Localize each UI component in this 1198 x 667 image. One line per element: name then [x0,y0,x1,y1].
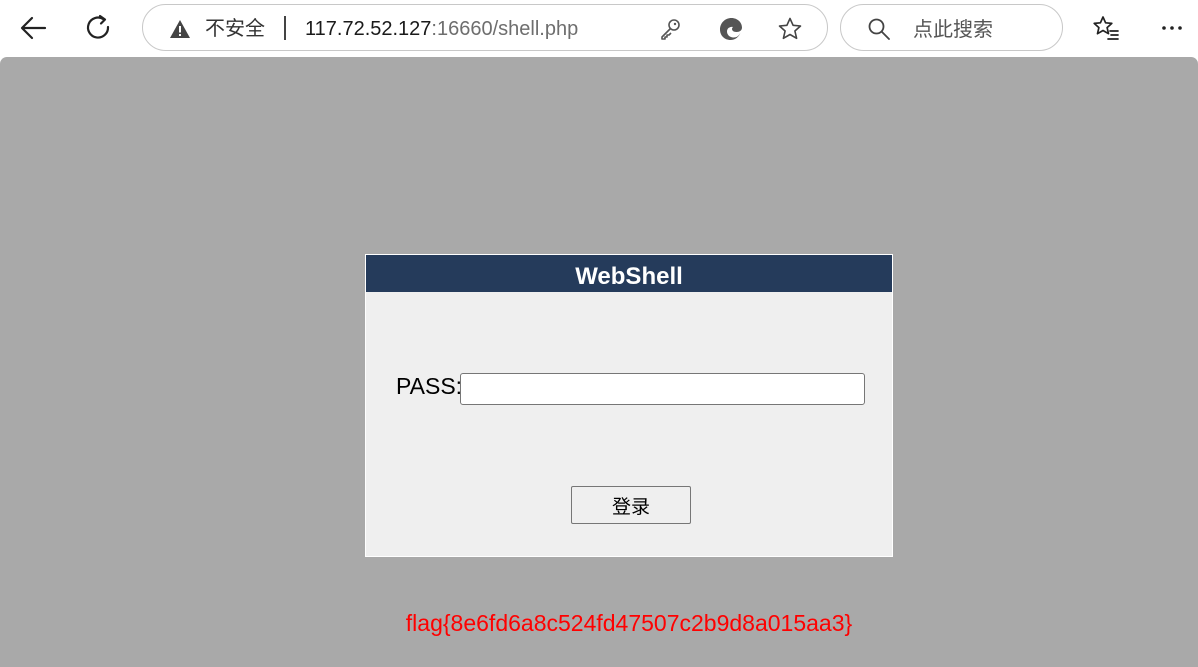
key-icon[interactable] [656,15,684,43]
browser-toolbar: 不安全 117.72.52.127:16660/shell.php 点此搜索 [0,0,1198,57]
url-path: :16660/shell.php [431,18,579,40]
address-bar[interactable]: 不安全 117.72.52.127:16660/shell.php [142,4,828,51]
url-text[interactable]: 117.72.52.127:16660/shell.php [305,16,578,42]
login-button[interactable]: 登录 [571,486,691,524]
star-icon[interactable] [776,15,804,43]
warning-triangle-icon[interactable] [169,18,191,40]
edge-logo-icon[interactable] [717,15,745,43]
magnifier-icon [867,17,891,41]
pass-label: PASS: [396,373,463,399]
more-dots-icon[interactable] [1152,8,1192,48]
address-separator [284,16,286,40]
back-arrow-icon[interactable] [13,8,53,48]
search-placeholder: 点此搜索 [913,17,993,41]
login-panel: WebShell PASS: 登录 [365,254,893,557]
password-input[interactable] [460,373,865,405]
search-box[interactable]: 点此搜索 [840,4,1063,51]
url-host: 117.72.52.127 [305,18,432,40]
security-status-label[interactable]: 不安全 [205,15,265,41]
flag-text: flag{8e6fd6a8c524fd47507c2b9d8a015aa3} [405,610,853,636]
page-viewport: WebShell PASS: 登录 flag{8e6fd6a8c524fd475… [0,57,1198,667]
refresh-icon[interactable] [78,8,118,48]
star-list-icon[interactable] [1086,8,1126,48]
login-title: WebShell [366,255,892,292]
